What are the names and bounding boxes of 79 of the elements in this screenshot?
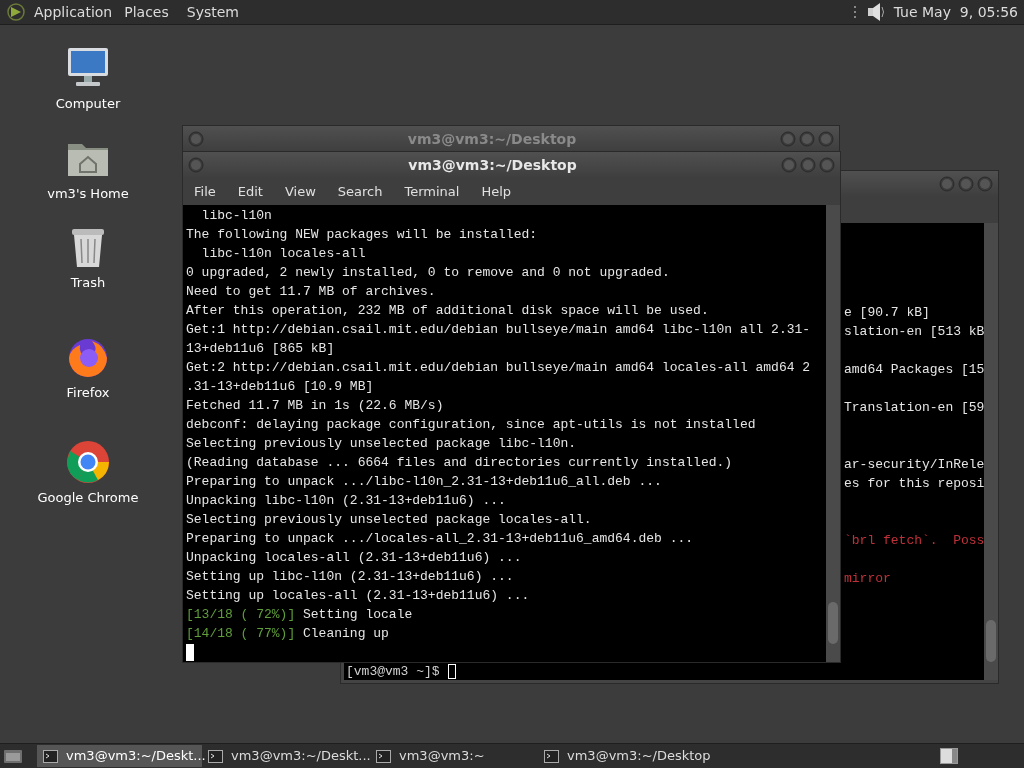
window-button-icon: [939, 176, 955, 192]
workspace-switcher-icon: [940, 748, 958, 764]
window-button-icon: [819, 157, 835, 173]
terminal-line: 0 upgraded, 2 newly installed, 0 to remove and 0 not upgraded.: [186, 264, 670, 282]
clock: Tue May 9, 05:56: [893, 2, 1018, 22]
terminal-line: libc-l10n locales-all: [200, 245, 366, 263]
desktop-icon-label[interactable]: Google Chrome: [37, 488, 139, 508]
terminal-icon: [544, 749, 559, 763]
speaker-icon: [865, 1, 886, 23]
terminal-line: `brl fetch`. Poss: [844, 532, 984, 550]
terminal-line: (Reading database ... 6664 files and directories currently installed.): [186, 454, 733, 472]
text-cursor: [447, 664, 456, 679]
window-button-icon: [800, 157, 816, 173]
terminal-line: e [90.7 kB]: [844, 304, 931, 322]
browser-icon: [64, 438, 112, 486]
terminal-line: Unpacking libc-l10n (2.31-13+deb11u6) ...: [186, 492, 506, 510]
terminal-line: Preparing to unpack .../locales-all_2.31-13+deb11u6_amd64.deb ...: [186, 530, 694, 548]
terminal-line: mirror: [844, 570, 892, 588]
terminal-icon: [43, 749, 58, 763]
terminal-line: After this operation, 232 MB of additional disk space will be used.: [186, 302, 709, 320]
terminal-line: Unpacking locales-all (2.31-13+deb11u6) ...: [186, 549, 522, 567]
window-title: vm3@vm3:~/Desktop: [406, 129, 578, 149]
terminal-line: Selecting previously unselected package libc-l10n.: [186, 435, 577, 453]
scrollbar[interactable]: [826, 205, 840, 662]
terminal-line: .31-13+deb11u6 [10.9 MB]: [186, 378, 374, 396]
menu-item[interactable]: Terminal: [404, 181, 460, 202]
menu-logo-icon: [6, 2, 26, 22]
terminal-line: The following NEW packages will be installed:: [186, 226, 538, 244]
terminal-line: Cleaning up: [302, 625, 389, 643]
terminal-icon: [376, 749, 391, 763]
terminal-line: Need to get 11.7 MB of archives.: [186, 283, 436, 301]
terminal-line: Preparing to unpack .../libc-l10n_2.31-13+deb11u6_all.deb ...: [186, 473, 662, 491]
menu-item[interactable]: File: [194, 181, 216, 202]
desktop-icon-label[interactable]: Computer: [55, 94, 121, 114]
desktop-icon-label[interactable]: Firefox: [66, 382, 110, 402]
menu-item[interactable]: Help: [481, 181, 512, 202]
title-bar[interactable]: vm3@vm3:~/Desktop: [183, 152, 840, 178]
window-button-icon: [188, 157, 204, 173]
title-bar[interactable]: [841, 171, 998, 197]
terminal-line: Translation-en [59: [844, 399, 984, 417]
terminal-line: Setting locale: [302, 606, 413, 624]
window-button-icon: [781, 157, 797, 173]
text-cursor: [186, 644, 194, 661]
panel-menu[interactable]: Places: [124, 1, 169, 23]
desktop-icon-label[interactable]: Trash: [70, 273, 106, 293]
window-button-icon: [188, 131, 204, 147]
taskbar-button[interactable]: vm3@vm3:~/Desktop: [538, 745, 738, 767]
terminal-line: Fetched 11.7 MB in 1s (22.6 MB/s): [186, 397, 444, 415]
terminal-line: libc-l10n: [200, 207, 272, 225]
terminal-line: Setting up locales-all (2.31-13+deb11u6) ...: [186, 587, 530, 605]
progress-label: [13/18 ( 72%)]: [186, 606, 296, 624]
terminal-line: Get:2 http://debian.csail.mit.edu/debian bullseye/main amd64 locales-all amd64 2: [186, 359, 811, 377]
window-button-icon: [780, 131, 796, 147]
scrollbar[interactable]: [984, 223, 998, 680]
terminal-icon: [208, 749, 223, 763]
panel-menu[interactable]: Application: [34, 1, 113, 23]
shell-prompt: [vm3@vm3 ~]$: [346, 663, 440, 680]
terminal-line: 13+deb11u6 [865 kB]: [186, 340, 335, 358]
terminal-line: Selecting previously unselected package locales-all.: [186, 511, 592, 529]
panel-menu[interactable]: System: [186, 1, 239, 23]
window-title: vm3@vm3:~/Desktop: [407, 155, 578, 175]
terminal-line: Get:1 http://debian.csail.mit.edu/debian bullseye/main amd64 libc-l10n all 2.31-: [186, 321, 811, 339]
window-button-icon: [958, 176, 974, 192]
menu-item[interactable]: View: [284, 181, 316, 202]
terminal-line: debconf: delaying package configuration, since apt-utils is not installed: [186, 416, 756, 434]
taskbar-button[interactable]: vm3@vm3:~: [370, 745, 538, 767]
progress-label: [14/18 ( 77%)]: [186, 625, 296, 643]
panel-handle-icon: [853, 4, 856, 20]
terminal-line: ar-security/InRele: [844, 456, 984, 474]
terminal-line: amd64 Packages [15: [844, 361, 984, 379]
desktop-icon-label[interactable]: vm3's Home: [47, 183, 129, 203]
window-button-icon: [818, 131, 834, 147]
terminal-line: slation-en [513 kB: [844, 323, 984, 341]
window-button-icon: [977, 176, 993, 192]
window-button-icon: [799, 131, 815, 147]
menu-item[interactable]: Edit: [237, 181, 263, 202]
menu-item[interactable]: Search: [337, 181, 383, 202]
terminal-line: es for this reposi: [844, 475, 984, 493]
terminal-line: Setting up libc-l10n (2.31-13+deb11u6) ...: [186, 568, 514, 586]
